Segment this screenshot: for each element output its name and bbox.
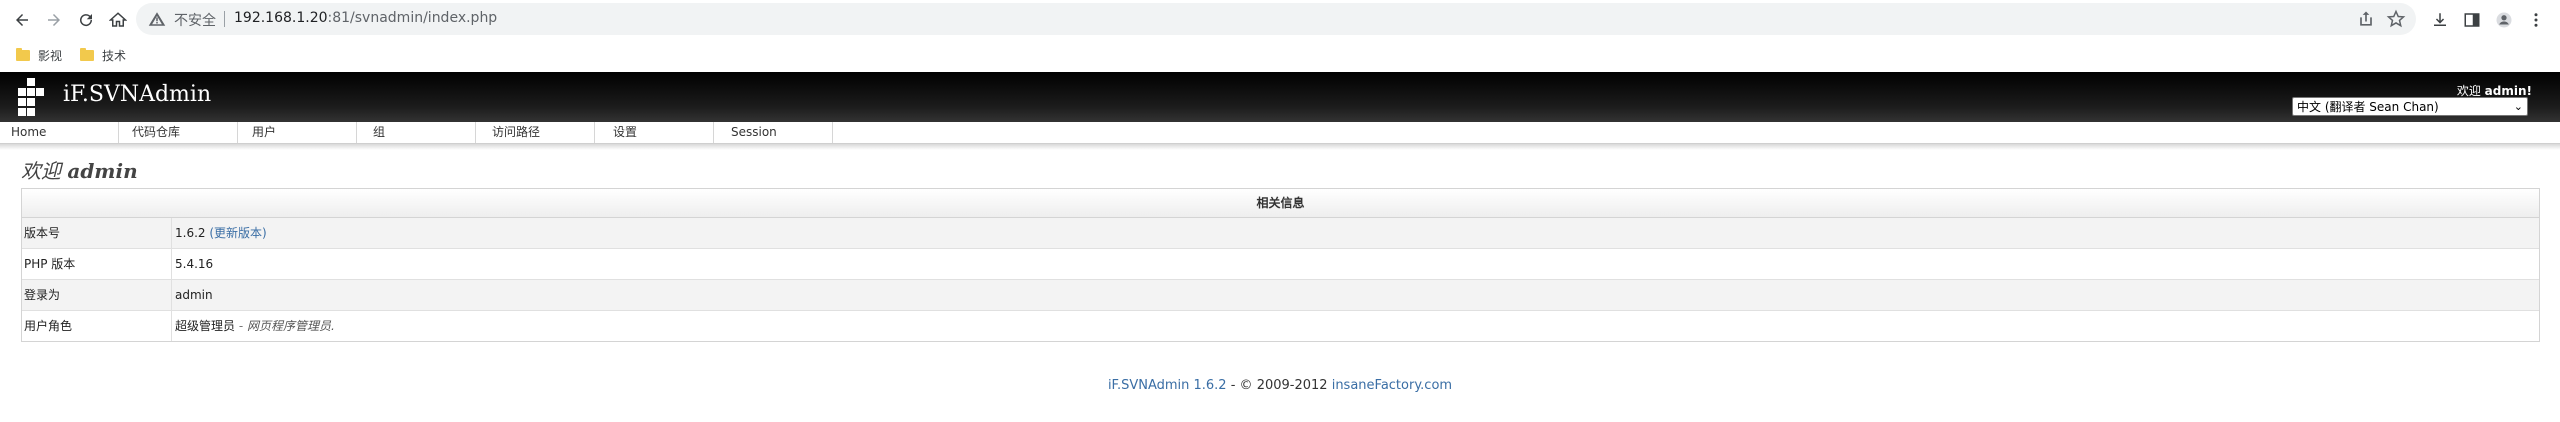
reload-button[interactable] — [72, 6, 100, 34]
footer: iF.SVNAdmin 1.6.2 - © 2009-2012 insaneFa… — [0, 378, 2560, 393]
row-value: 超级管理员 - 网页程序管理员. — [172, 311, 335, 341]
browser-chrome: 不安全 192.168.1.20:81/svnadmin/index.php 影… — [0, 0, 2560, 72]
reload-icon — [80, 14, 93, 27]
folder-icon — [16, 47, 30, 61]
page-title-username: admin — [67, 159, 138, 183]
row-label: 用户角色 — [22, 311, 172, 341]
app-header: iF.SVNAdmin 欢迎 admin! 中文 (翻译者 Sean Chan)… — [0, 72, 2560, 122]
table-row: 版本号 1.6.2 (更新版本) — [22, 218, 2539, 249]
bookmark-folder-tech[interactable]: 技术 — [80, 45, 126, 65]
row-label: PHP 版本 — [22, 249, 172, 279]
role-separator: - — [238, 319, 244, 333]
bookmark-label: 技术 — [102, 48, 127, 63]
row-value: 1.6.2 (更新版本) — [172, 218, 267, 248]
download-icon — [2434, 13, 2446, 26]
role-value: 超级管理员 — [175, 319, 236, 333]
insecure-label: 不安全 — [174, 13, 216, 29]
nav-item-settings[interactable]: 设置 — [595, 122, 714, 143]
main-nav: Home 代码仓库 用户 组 访问路径 设置 Session — [0, 122, 2560, 144]
bookmark-folder-movies[interactable]: 影视 — [16, 45, 62, 65]
table-row: 用户角色 超级管理员 - 网页程序管理员. — [22, 311, 2539, 341]
version-value: 1.6.2 — [175, 226, 206, 240]
bookmark-star-icon[interactable] — [2386, 9, 2406, 29]
forward-button[interactable] — [40, 6, 68, 34]
logged-in-as-value: admin — [175, 288, 213, 302]
row-label: 登录为 — [22, 280, 172, 310]
nav-item-session[interactable]: Session — [714, 122, 833, 143]
nav-shadow — [0, 144, 2560, 150]
product-version-link[interactable]: iF.SVNAdmin 1.6.2 — [1108, 378, 1227, 393]
app-title: iF.SVNAdmin — [63, 82, 212, 107]
php-version-value: 5.4.16 — [175, 257, 214, 271]
address-bar[interactable]: 不安全 192.168.1.20:81/svnadmin/index.php — [136, 3, 2416, 35]
info-table: 相关信息 版本号 1.6.2 (更新版本) PHP 版本 5.4.16 登录为 … — [21, 188, 2540, 342]
back-button[interactable] — [8, 6, 36, 34]
bookmark-label: 影视 — [38, 48, 63, 63]
home-button[interactable] — [104, 6, 132, 34]
table-row: PHP 版本 5.4.16 — [22, 249, 2539, 280]
folder-icon — [80, 47, 94, 61]
company-link[interactable]: insaneFactory.com — [1332, 378, 1452, 393]
profile-avatar-icon — [2496, 12, 2512, 28]
side-panel-icon — [2464, 13, 2480, 27]
arrow-right-icon — [48, 14, 60, 26]
row-label: 版本号 — [22, 218, 172, 248]
page-title-prefix: 欢迎 — [21, 159, 61, 183]
check-update-link[interactable]: (更新版本) — [209, 226, 266, 240]
nav-item-groups[interactable]: 组 — [357, 122, 476, 143]
copyright-text: - © 2009-2012 — [1230, 378, 1328, 393]
welcome-prefix: 欢迎 — [2456, 84, 2481, 98]
kebab-menu-icon — [2534, 13, 2538, 27]
role-description: 网页程序管理员. — [247, 319, 335, 333]
side-panel-button[interactable] — [2458, 6, 2486, 34]
nav-item-home[interactable]: Home — [0, 122, 119, 143]
url-host: 192.168.1.20 — [234, 10, 328, 26]
url-path: :81/svnadmin/index.php — [327, 10, 498, 26]
welcome-username: admin! — [2484, 84, 2532, 98]
home-icon — [109, 12, 127, 27]
arrow-left-icon — [16, 14, 28, 26]
nav-item-users[interactable]: 用户 — [238, 122, 357, 143]
info-table-header: 相关信息 — [22, 189, 2539, 218]
bookmarks-bar: 影视 技术 — [0, 40, 2560, 70]
chevron-down-icon: ⌄ — [2513, 100, 2523, 113]
warning-icon[interactable] — [148, 10, 166, 28]
menu-button[interactable] — [2522, 6, 2550, 34]
page-title: 欢迎 admin — [21, 155, 138, 184]
url-text[interactable]: 192.168.1.20:81/svnadmin/index.php — [234, 10, 497, 26]
nav-item-repositories[interactable]: 代码仓库 — [119, 122, 238, 143]
downloads-button[interactable] — [2426, 6, 2454, 34]
nav-item-access-paths[interactable]: 访问路径 — [476, 122, 595, 143]
language-select[interactable]: 中文 (翻译者 Sean Chan) ⌄ — [2292, 97, 2528, 116]
table-row: 登录为 admin — [22, 280, 2539, 311]
language-selected-value: 中文 (翻译者 Sean Chan) — [2297, 100, 2439, 114]
profile-button[interactable] — [2490, 6, 2518, 34]
svnadmin-logo-icon — [18, 78, 44, 116]
share-icon[interactable] — [2356, 9, 2376, 29]
address-separator — [224, 11, 225, 27]
